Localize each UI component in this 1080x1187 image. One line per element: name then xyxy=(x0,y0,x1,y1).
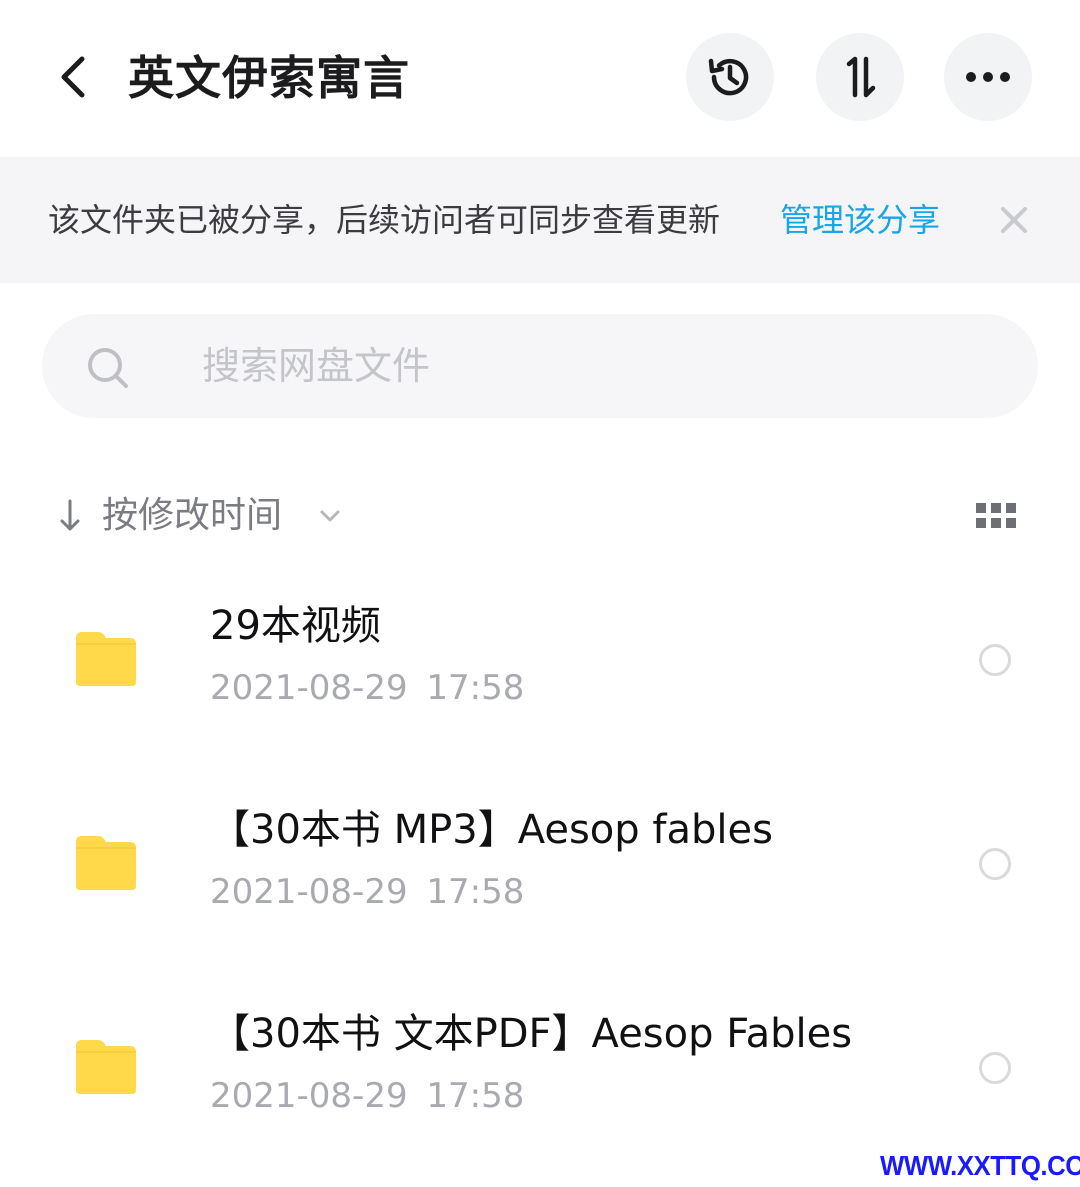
folder-icon xyxy=(76,632,136,686)
file-name: 29本视频 xyxy=(210,603,381,649)
search-placeholder: 搜索网盘文件 xyxy=(202,344,431,388)
search-icon xyxy=(88,348,128,388)
sort-button[interactable] xyxy=(816,33,904,121)
banner-close-button[interactable] xyxy=(994,200,1034,240)
history-button[interactable] xyxy=(686,33,774,121)
sort-up-down-icon xyxy=(846,56,876,98)
sort-label: 按修改时间 xyxy=(102,495,283,536)
manage-share-link[interactable]: 管理该分享 xyxy=(780,157,940,283)
file-date: 2021-08-29 17:58 xyxy=(210,872,525,912)
back-button[interactable] xyxy=(48,48,98,106)
select-radio[interactable] xyxy=(979,644,1011,676)
select-radio[interactable] xyxy=(979,1052,1011,1084)
chevron-down-icon xyxy=(320,510,340,522)
more-button[interactable] xyxy=(944,33,1032,121)
top-bar: 英文伊索寓言 xyxy=(0,0,1080,155)
folder-icon xyxy=(76,836,136,890)
close-icon xyxy=(1001,207,1027,233)
file-name: 【30本书 文本PDF】Aesop Fables xyxy=(210,1011,853,1057)
history-icon xyxy=(708,58,749,96)
chevron-left-icon xyxy=(61,56,85,98)
page-title: 英文伊索寓言 xyxy=(128,51,410,105)
share-banner: 该文件夹已被分享，后续访问者可同步查看更新 管理该分享 xyxy=(0,157,1080,283)
share-banner-text: 该文件夹已被分享，后续访问者可同步查看更新 xyxy=(48,201,721,239)
grid-view-icon xyxy=(976,503,1016,528)
arrow-down-icon xyxy=(60,499,80,531)
file-date: 2021-08-29 17:58 xyxy=(210,668,525,708)
list-item[interactable]: 29本视频 2021-08-29 17:58 xyxy=(0,578,1080,782)
file-name: 【30本书 MP3】Aesop fables xyxy=(210,807,773,853)
file-date: 2021-08-29 17:58 xyxy=(210,1076,525,1116)
view-toggle-button[interactable] xyxy=(968,494,1024,538)
select-radio[interactable] xyxy=(979,848,1011,880)
folder-icon xyxy=(76,1040,136,1094)
watermark: WWW.XXTTQ.COM xyxy=(880,1150,1080,1181)
sort-dropdown[interactable]: 按修改时间 xyxy=(40,478,360,554)
file-browser-screen: 英文伊索寓言 该文件夹已被分享，后续访问者可同步查看更新 管理该分享 搜索网盘文… xyxy=(0,0,1080,1187)
list-item[interactable]: 【30本书 MP3】Aesop fables 2021-08-29 17:58 xyxy=(0,782,1080,986)
search-input[interactable]: 搜索网盘文件 xyxy=(42,314,1038,418)
more-horizontal-icon xyxy=(966,72,1010,82)
